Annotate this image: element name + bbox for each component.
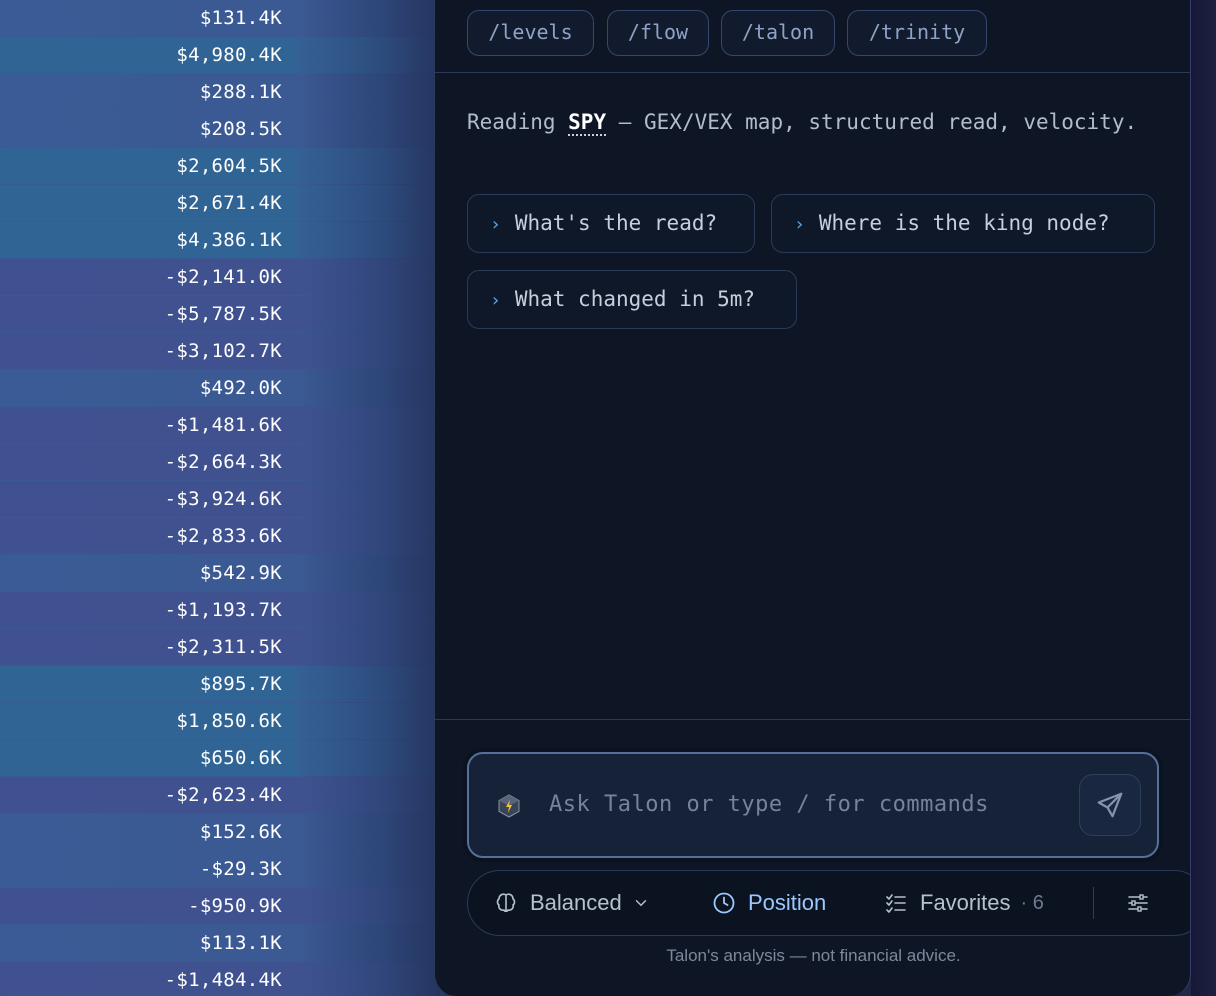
strike-value-row: $4,386.1K <box>0 222 298 258</box>
value-row-shade <box>298 518 438 554</box>
value-row-shade <box>298 0 438 36</box>
ticker-symbol[interactable]: SPY <box>568 110 607 136</box>
command-chip-flow[interactable]: /flow <box>607 10 709 56</box>
strike-values-column: $131.4K $4,980.4K $288.1K $208.5K $2,604.5K $… <box>0 0 440 996</box>
suggestion-label: What changed in 5m? <box>514 287 756 311</box>
position-label: Position <box>748 890 827 915</box>
composer-divider <box>435 719 1190 720</box>
talon-cube-icon <box>497 794 521 818</box>
sliders-icon <box>1128 894 1148 912</box>
strike-value-row: $208.5K <box>0 111 298 147</box>
value-row-shade <box>298 888 438 924</box>
send-icon <box>1097 792 1123 818</box>
suggestion-what-changed[interactable]: › What changed in 5m? <box>467 270 797 329</box>
value-row-shade <box>298 296 438 332</box>
favorites-button[interactable]: Favorites · 6 <box>884 871 1044 935</box>
toolbar-separator <box>1093 887 1094 919</box>
value-row-shade <box>298 481 438 517</box>
strike-value-row: -$2,623.4K <box>0 777 298 813</box>
intro-message: Reading SPY — GEX/VEX map, structured re… <box>467 104 1167 140</box>
command-chip-levels[interactable]: /levels <box>467 10 594 56</box>
strike-value-row: $1,850.6K <box>0 703 298 739</box>
value-row-shade <box>298 592 438 628</box>
value-row-shade <box>298 370 438 406</box>
strike-value-row: -$950.9K <box>0 888 298 924</box>
favorites-label: Favorites <box>920 890 1011 915</box>
intro-suffix: — GEX/VEX map, structured read, velocity… <box>606 110 1138 134</box>
strike-value-row: $288.1K <box>0 74 298 110</box>
value-row-shade <box>298 111 438 147</box>
value-row-shade <box>298 74 438 110</box>
strike-value-row: -$5,787.5K <box>0 296 298 332</box>
strike-value-row: -$2,664.3K <box>0 444 298 480</box>
strike-value-row: $152.6K <box>0 814 298 850</box>
strike-value-row: $895.7K <box>0 666 298 702</box>
value-row-shade <box>298 666 438 702</box>
favorites-count: · 6 <box>1020 891 1044 914</box>
value-row-shade <box>298 851 438 887</box>
value-row-shade <box>298 185 438 221</box>
value-row-shade <box>298 962 438 996</box>
value-row-shade <box>298 333 438 369</box>
strike-value-row: $542.9K <box>0 555 298 591</box>
suggestion-label: Where is the king node? <box>818 211 1110 235</box>
strike-value-row: -$3,102.7K <box>0 333 298 369</box>
strike-value-row: -$2,833.6K <box>0 518 298 554</box>
value-row-shade <box>298 37 438 73</box>
suggestion-label: What's the read? <box>514 211 718 235</box>
strike-value-row: $4,980.4K <box>0 37 298 73</box>
chat-input-placeholder[interactable]: Ask Talon or type / for commands <box>549 792 989 817</box>
disclaimer-text: Talon's analysis — not financial advice. <box>666 946 961 965</box>
value-row-shade <box>298 259 438 295</box>
send-button[interactable] <box>1079 774 1141 836</box>
value-row-shade <box>298 777 438 813</box>
strike-value-row: $650.6K <box>0 740 298 776</box>
strike-value-row: -$29.3K <box>0 851 298 887</box>
chevron-right-icon: › <box>794 214 805 235</box>
position-button[interactable]: Position <box>712 871 826 935</box>
strike-value-row: $2,671.4K <box>0 185 298 221</box>
checklist-icon <box>886 894 906 913</box>
value-row-shade <box>298 925 438 961</box>
strike-value-row: -$1,481.6K <box>0 407 298 443</box>
strike-value-row: $113.1K <box>0 925 298 961</box>
chevron-right-icon: › <box>490 290 501 311</box>
strike-value-row: $131.4K <box>0 0 298 36</box>
strike-value-row: -$2,141.0K <box>0 259 298 295</box>
strike-value-row: -$3,924.6K <box>0 481 298 517</box>
strike-value-row: $2,604.5K <box>0 148 298 184</box>
command-chip-trinity[interactable]: /trinity <box>847 10 987 56</box>
suggestion-king-node[interactable]: › Where is the king node? <box>771 194 1155 253</box>
chat-input-box[interactable]: Ask Talon or type / for commands <box>467 752 1159 858</box>
value-row-shade <box>298 629 438 665</box>
settings-button[interactable] <box>1126 871 1162 935</box>
chevron-right-icon: › <box>490 214 501 235</box>
composer-toolbar: Balanced Position Favorites · 6 <box>467 870 1190 936</box>
strike-value-row: $492.0K <box>0 370 298 406</box>
value-row-shade <box>298 148 438 184</box>
command-chips-bar: /levels /flow /talon /trinity <box>435 0 1190 73</box>
value-row-shade <box>298 222 438 258</box>
value-row-shade <box>298 814 438 850</box>
window-edge <box>1191 0 1216 996</box>
value-row-shade <box>298 407 438 443</box>
value-row-shade <box>298 444 438 480</box>
clock-icon <box>713 892 735 914</box>
value-row-shade <box>298 703 438 739</box>
command-chip-talon[interactable]: /talon <box>721 10 835 56</box>
intro-prefix: Reading <box>467 110 569 134</box>
value-row-shade <box>298 740 438 776</box>
value-row-shade <box>298 555 438 591</box>
mode-selector[interactable]: Balanced <box>494 871 650 935</box>
brain-icon <box>496 893 516 913</box>
strike-value-row: -$1,193.7K <box>0 592 298 628</box>
strike-value-row: -$1,484.4K <box>0 962 298 996</box>
talon-chat-panel: /levels /flow /talon /trinity Reading SP… <box>434 0 1191 996</box>
chevron-down-icon <box>635 900 646 907</box>
mode-label: Balanced <box>530 890 622 915</box>
suggestion-whats-the-read[interactable]: › What's the read? <box>467 194 755 253</box>
strike-value-row: -$2,311.5K <box>0 629 298 665</box>
